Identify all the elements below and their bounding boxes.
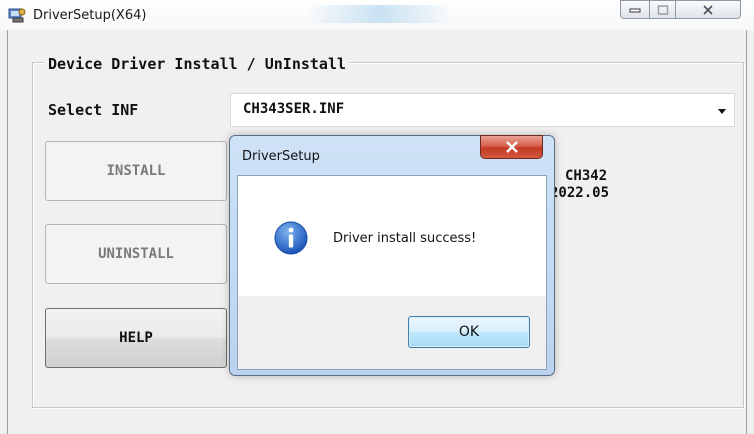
help-button[interactable]: HELP	[45, 308, 227, 368]
close-icon	[703, 4, 713, 15]
select-inf-label: Select INF	[48, 101, 139, 119]
dialog-title: DriverSetup	[242, 149, 320, 164]
window-frame-left	[7, 30, 8, 434]
minimize-button[interactable]	[620, 0, 650, 19]
driver-date: 2022.05	[550, 185, 610, 201]
dialog-close-button[interactable]	[480, 135, 543, 159]
maximize-icon	[657, 4, 668, 15]
maximize-button[interactable]	[649, 0, 676, 19]
group-legend: Device Driver Install / UnInstall	[44, 55, 351, 73]
title-blur	[305, 5, 455, 23]
message-dialog: DriverSetup Driver install success! OK	[229, 135, 555, 376]
information-icon	[273, 220, 309, 260]
dialog-body: Driver install success! OK	[237, 175, 547, 370]
uninstall-button[interactable]: UNINSTALL	[45, 224, 227, 284]
select-inf-value: CH343SER.INF	[243, 101, 345, 117]
minimize-icon	[629, 8, 641, 12]
window-title: DriverSetup(X64)	[33, 8, 147, 23]
window-frame-right	[746, 30, 747, 434]
driver-setup-icon	[8, 7, 26, 23]
driver-name: CH342	[565, 168, 608, 184]
select-inf-dropdown[interactable]: CH343SER.INF	[230, 93, 735, 127]
chevron-down-icon	[718, 109, 726, 114]
dialog-message: Driver install success!	[333, 231, 477, 246]
install-button[interactable]: INSTALL	[45, 141, 227, 201]
ok-button[interactable]: OK	[408, 316, 530, 348]
title-bar: DriverSetup(X64)	[0, 0, 754, 30]
close-button[interactable]	[675, 0, 741, 19]
close-icon	[506, 141, 518, 153]
